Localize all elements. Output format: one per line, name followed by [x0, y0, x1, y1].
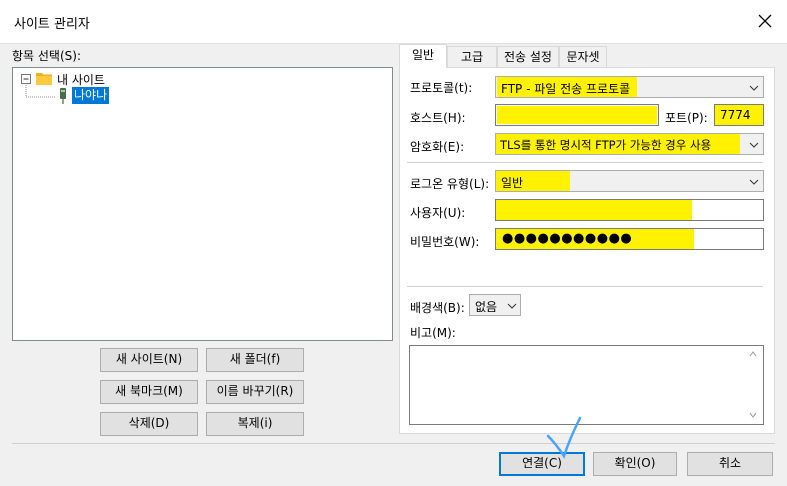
host-label: 호스트(H): — [410, 111, 466, 125]
site-tree[interactable]: 내 사이트 나야나 — [12, 67, 393, 341]
close-icon[interactable] — [756, 12, 774, 30]
scroll-down-icon[interactable] — [747, 410, 759, 420]
tree-root-label[interactable]: 내 사이트 — [57, 71, 105, 88]
duplicate-button[interactable]: 복제(i) — [206, 412, 304, 436]
tab-advanced[interactable]: 고급 — [447, 46, 497, 68]
port-label: 포트(P): — [665, 111, 708, 125]
window-title: 사이트 관리자 — [14, 17, 90, 32]
bgcolor-label: 배경색(B): — [410, 301, 465, 315]
tree-selected-site[interactable]: 나야나 — [72, 87, 110, 104]
chevron-down-icon — [507, 303, 517, 309]
collapse-icon[interactable] — [20, 73, 32, 85]
new-site-button[interactable]: 새 사이트(N) — [100, 348, 198, 372]
user-input[interactable] — [495, 199, 764, 221]
scroll-up-icon[interactable] — [747, 349, 759, 359]
user-label: 사용자(U): — [410, 206, 466, 220]
protocol-select[interactable]: FTP - 파일 전송 프로토콜 — [495, 76, 764, 98]
comments-textarea[interactable] — [409, 345, 764, 425]
password-label: 비밀번호(W): — [410, 235, 480, 249]
title-bar — [0, 0, 787, 44]
protocol-label: 프로토콜(t): — [410, 81, 473, 95]
tab-transfer-settings[interactable]: 전송 설정 — [497, 46, 559, 68]
tab-general[interactable]: 일반 — [399, 44, 447, 68]
separator — [407, 286, 763, 287]
new-bookmark-button[interactable]: 새 북마크(M) — [100, 380, 198, 404]
tab-charset[interactable]: 문자셋 — [559, 46, 607, 68]
encryption-select[interactable]: TLS를 통한 명시적 FTP가 가능한 경우 사용 — [495, 133, 764, 155]
bgcolor-select[interactable]: 없음 — [469, 294, 521, 316]
protocol-value: FTP - 파일 전송 프로토콜 — [501, 82, 631, 96]
separator — [407, 162, 763, 163]
ok-button[interactable]: 확인(O) — [593, 452, 677, 476]
delete-button[interactable]: 삭제(D) — [100, 412, 198, 436]
folder-icon — [36, 73, 52, 85]
tree-heading: 항목 선택(S): — [12, 49, 81, 63]
chevron-down-icon — [749, 179, 759, 185]
footer-divider — [12, 443, 775, 444]
tree-connector — [25, 85, 55, 98]
encryption-value: TLS를 통한 명시적 FTP가 가능한 경우 사용 — [500, 138, 712, 152]
host-input[interactable] — [495, 104, 659, 126]
bgcolor-value: 없음 — [475, 300, 498, 314]
password-input[interactable]: ●●●●●●●●●●● — [495, 228, 764, 250]
logon-type-label: 로그온 유형(L): — [410, 177, 490, 191]
highlight-mark — [496, 200, 692, 220]
password-value: ●●●●●●●●●●● — [502, 231, 633, 246]
logon-type-select[interactable]: 일반 — [495, 170, 764, 192]
cancel-button[interactable]: 취소 — [687, 452, 773, 476]
check-mark-annotation-icon — [546, 416, 582, 459]
chevron-down-icon — [749, 85, 759, 91]
encryption-label: 암호화(E): — [410, 140, 465, 154]
server-icon — [60, 88, 66, 104]
new-folder-button[interactable]: 새 폴더(f) — [206, 348, 304, 372]
rename-button[interactable]: 이름 바꾸기(R) — [206, 380, 304, 404]
chevron-down-icon — [749, 142, 759, 148]
port-input[interactable]: 7774 — [714, 104, 764, 126]
logon-type-value: 일반 — [501, 176, 524, 190]
comments-label: 비고(M): — [410, 326, 456, 340]
port-value: 7774 — [720, 108, 751, 122]
highlight-mark — [497, 106, 657, 124]
